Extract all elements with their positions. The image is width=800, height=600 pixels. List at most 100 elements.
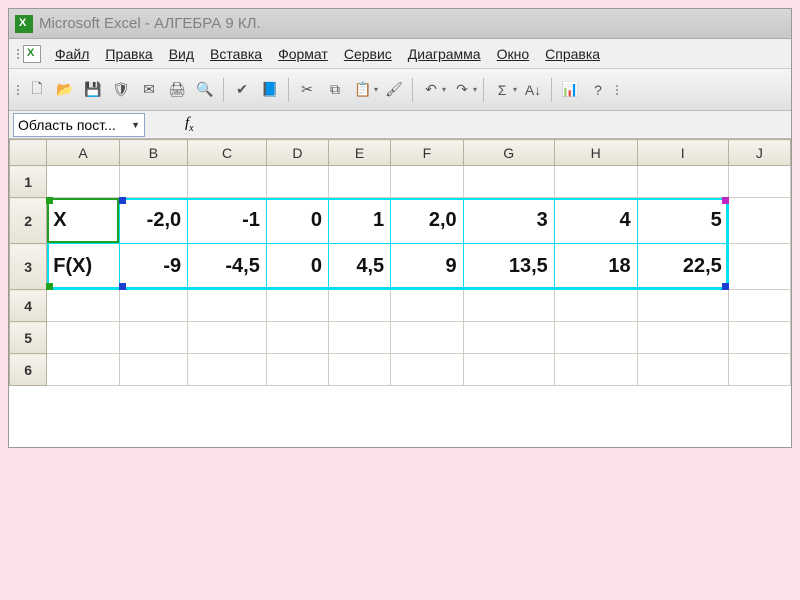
cell[interactable] [463,166,554,198]
cell-d2[interactable]: 0 [266,198,328,244]
cell-c2[interactable]: -1 [188,198,267,244]
menu-tools[interactable]: Сервис [336,43,400,65]
cell[interactable] [329,290,391,322]
cell[interactable] [637,354,728,386]
cell-b3[interactable]: -9 [119,244,187,290]
col-header[interactable]: J [728,140,790,166]
col-header[interactable]: D [266,140,328,166]
cell[interactable] [728,166,790,198]
menu-chart[interactable]: Диаграмма [400,43,489,65]
cell[interactable] [329,354,391,386]
print-preview-button[interactable]: 🔍 [192,77,218,103]
name-box[interactable]: Область пост... ▼ [13,113,145,137]
menu-edit[interactable]: Правка [97,43,160,65]
cell[interactable] [728,354,790,386]
cell[interactable] [329,322,391,354]
cell[interactable] [728,322,790,354]
autosum-dropdown-icon[interactable]: ▾ [513,85,519,94]
cell[interactable] [188,322,267,354]
cell[interactable] [391,322,464,354]
paste-button[interactable]: 📋 [350,77,376,103]
cell[interactable] [47,166,120,198]
col-header[interactable]: E [329,140,391,166]
cell[interactable] [391,166,464,198]
sort-button[interactable]: A↓ [520,77,546,103]
worksheet-area[interactable]: A B C D E F G H I J 1 2 [9,139,791,447]
menu-window[interactable]: Окно [489,43,538,65]
cell[interactable] [119,166,187,198]
cell-g3[interactable]: 13,5 [463,244,554,290]
cell[interactable] [119,354,187,386]
cell-f3[interactable]: 9 [391,244,464,290]
cell[interactable] [554,354,637,386]
cell-h2[interactable]: 4 [554,198,637,244]
cell-i2[interactable]: 5 [637,198,728,244]
cell[interactable] [188,290,267,322]
undo-dropdown-icon[interactable]: ▾ [442,85,448,94]
cell[interactable] [728,244,790,290]
mail-button[interactable]: ✉ [136,77,162,103]
menu-format[interactable]: Формат [270,43,336,65]
open-button[interactable]: 📂 [52,77,78,103]
cell-a3[interactable]: F(X) [47,244,120,290]
cell[interactable] [637,322,728,354]
cell-a2[interactable]: X [47,198,120,244]
research-button[interactable]: 📘 [257,77,283,103]
cell-e3[interactable]: 4,5 [329,244,391,290]
print-button[interactable]: 🖨 [164,77,190,103]
cell[interactable] [47,354,120,386]
col-header[interactable]: H [554,140,637,166]
cell[interactable] [463,354,554,386]
col-header[interactable]: G [463,140,554,166]
cell[interactable] [119,290,187,322]
cell-i3[interactable]: 22,5 [637,244,728,290]
cell[interactable] [554,322,637,354]
redo-button[interactable]: ↷ [449,77,475,103]
menu-file[interactable]: Файл [47,43,97,65]
fx-icon[interactable]: fx [185,115,194,134]
row-header[interactable]: 6 [10,354,47,386]
cell[interactable] [728,290,790,322]
paste-dropdown-icon[interactable]: ▾ [374,85,380,94]
col-header[interactable]: F [391,140,464,166]
permission-button[interactable]: 🛡 [108,77,134,103]
row-header[interactable]: 4 [10,290,47,322]
cell[interactable] [47,290,120,322]
cell[interactable] [47,322,120,354]
spellcheck-button[interactable]: ✔ [229,77,255,103]
cell-e2[interactable]: 1 [329,198,391,244]
cell-g2[interactable]: 3 [463,198,554,244]
save-button[interactable]: 💾 [80,77,106,103]
cell[interactable] [391,290,464,322]
col-header[interactable]: C [188,140,267,166]
copy-button[interactable]: ⧉ [322,77,348,103]
undo-button[interactable]: ↶ [418,77,444,103]
cell[interactable] [391,354,464,386]
cell[interactable] [329,166,391,198]
cell[interactable] [463,322,554,354]
menu-view[interactable]: Вид [161,43,202,65]
name-box-dropdown-icon[interactable]: ▼ [131,120,140,130]
autosum-button[interactable]: Σ [489,77,515,103]
cell[interactable] [637,290,728,322]
toolbar-overflow-grip-icon[interactable] [616,85,618,95]
redo-dropdown-icon[interactable]: ▾ [473,85,479,94]
row-header[interactable]: 2 [10,198,47,244]
cell[interactable] [119,322,187,354]
chart-wizard-button[interactable]: 📊 [557,77,583,103]
cell[interactable] [266,166,328,198]
cell-c3[interactable]: -4,5 [188,244,267,290]
cell[interactable] [728,198,790,244]
cell[interactable] [637,166,728,198]
format-painter-button[interactable]: 🖌 [381,77,407,103]
cell[interactable] [188,166,267,198]
cell-b2[interactable]: -2,0 [119,198,187,244]
cell[interactable] [266,322,328,354]
row-header[interactable]: 5 [10,322,47,354]
cell[interactable] [554,166,637,198]
cell[interactable] [463,290,554,322]
cell[interactable] [554,290,637,322]
col-header[interactable]: B [119,140,187,166]
cell-d3[interactable]: 0 [266,244,328,290]
new-button[interactable]: 🗋 [24,77,50,103]
